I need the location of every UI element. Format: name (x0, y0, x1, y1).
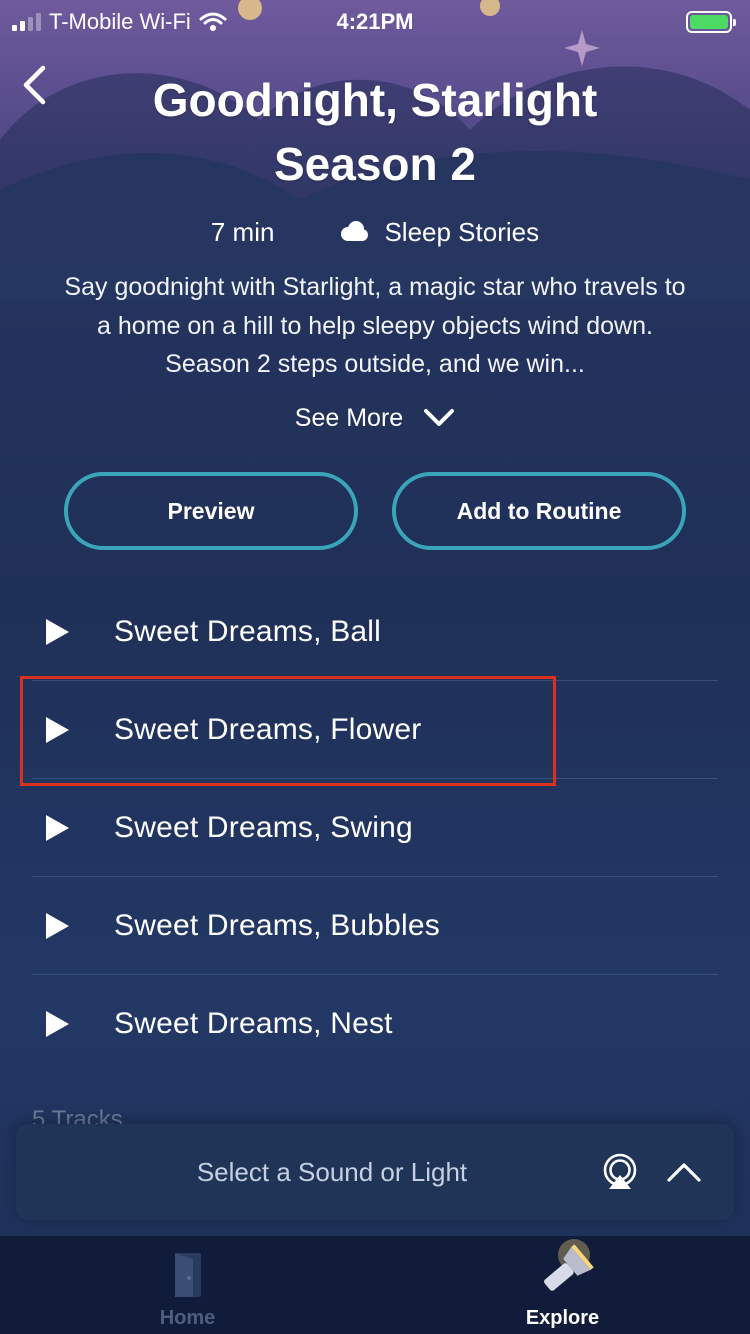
track-list: Sweet Dreams, Ball Sweet Dreams, Flower … (32, 583, 718, 1073)
battery-icon (686, 11, 736, 33)
story-description: Say goodnight with Starlight, a magic st… (64, 273, 686, 378)
tab-home[interactable]: Home (0, 1236, 375, 1334)
play-icon[interactable] (44, 618, 70, 646)
track-title: Sweet Dreams, Flower (114, 712, 422, 746)
play-icon[interactable] (44, 716, 70, 744)
status-bar: T-Mobile Wi-Fi 4:21PM (0, 0, 750, 44)
action-buttons: Preview Add to Routine (64, 472, 686, 552)
category-label: Sleep Stories (384, 216, 540, 247)
preview-button[interactable]: Preview (64, 472, 358, 550)
screen: T-Mobile Wi-Fi 4:21PM Goodnight, Starlig… (0, 0, 750, 1334)
play-icon[interactable] (44, 814, 70, 842)
door-icon (174, 1253, 201, 1297)
track-row[interactable]: Sweet Dreams, Swing (32, 779, 718, 877)
tab-explore[interactable]: Explore (375, 1236, 750, 1334)
tab-home-label: Home (159, 1307, 216, 1329)
carrier-label: T-Mobile Wi-Fi (49, 9, 191, 34)
wifi-icon (199, 12, 227, 31)
flashlight-icon (543, 1239, 594, 1291)
track-title: Sweet Dreams, Bubbles (114, 908, 441, 942)
mini-player[interactable]: Select a Sound or Light (16, 1124, 734, 1220)
play-icon[interactable] (44, 1010, 70, 1038)
track-row[interactable]: Sweet Dreams, Bubbles (32, 877, 718, 975)
player-label: Select a Sound or Light (196, 1156, 468, 1187)
airplay-icon (603, 1153, 637, 1189)
duration-label: 7 min (210, 216, 275, 247)
cloud-icon (341, 221, 369, 241)
tab-explore-label: Explore (525, 1307, 600, 1329)
track-title: Sweet Dreams, Swing (114, 810, 413, 844)
add-to-routine-button[interactable]: Add to Routine (392, 472, 686, 550)
category: Sleep Stories (338, 217, 539, 248)
back-button[interactable] (14, 60, 54, 110)
page-title: Goodnight, Starlight Season 2 (152, 74, 598, 190)
airplay-button[interactable] (588, 1140, 652, 1204)
see-more-toggle[interactable]: See More (0, 398, 750, 438)
cellular-signal-icon (12, 13, 41, 31)
track-row[interactable]: Sweet Dreams, Ball (32, 583, 718, 681)
tab-bar: Home Explore (0, 1236, 750, 1334)
play-icon[interactable] (44, 912, 70, 940)
track-title: Sweet Dreams, Ball (114, 614, 382, 648)
see-more-label: See More (294, 403, 404, 432)
track-row[interactable]: Sweet Dreams, Flower (32, 681, 718, 779)
chevron-left-icon (23, 65, 46, 105)
track-title: Sweet Dreams, Nest (114, 1007, 393, 1040)
story-meta: 7 min Sleep Stories (0, 212, 750, 252)
track-row[interactable]: Sweet Dreams, Nest (32, 975, 718, 1073)
chevron-down-icon (424, 409, 455, 426)
expand-player-button[interactable] (652, 1140, 716, 1204)
chevron-up-icon (667, 1163, 701, 1182)
